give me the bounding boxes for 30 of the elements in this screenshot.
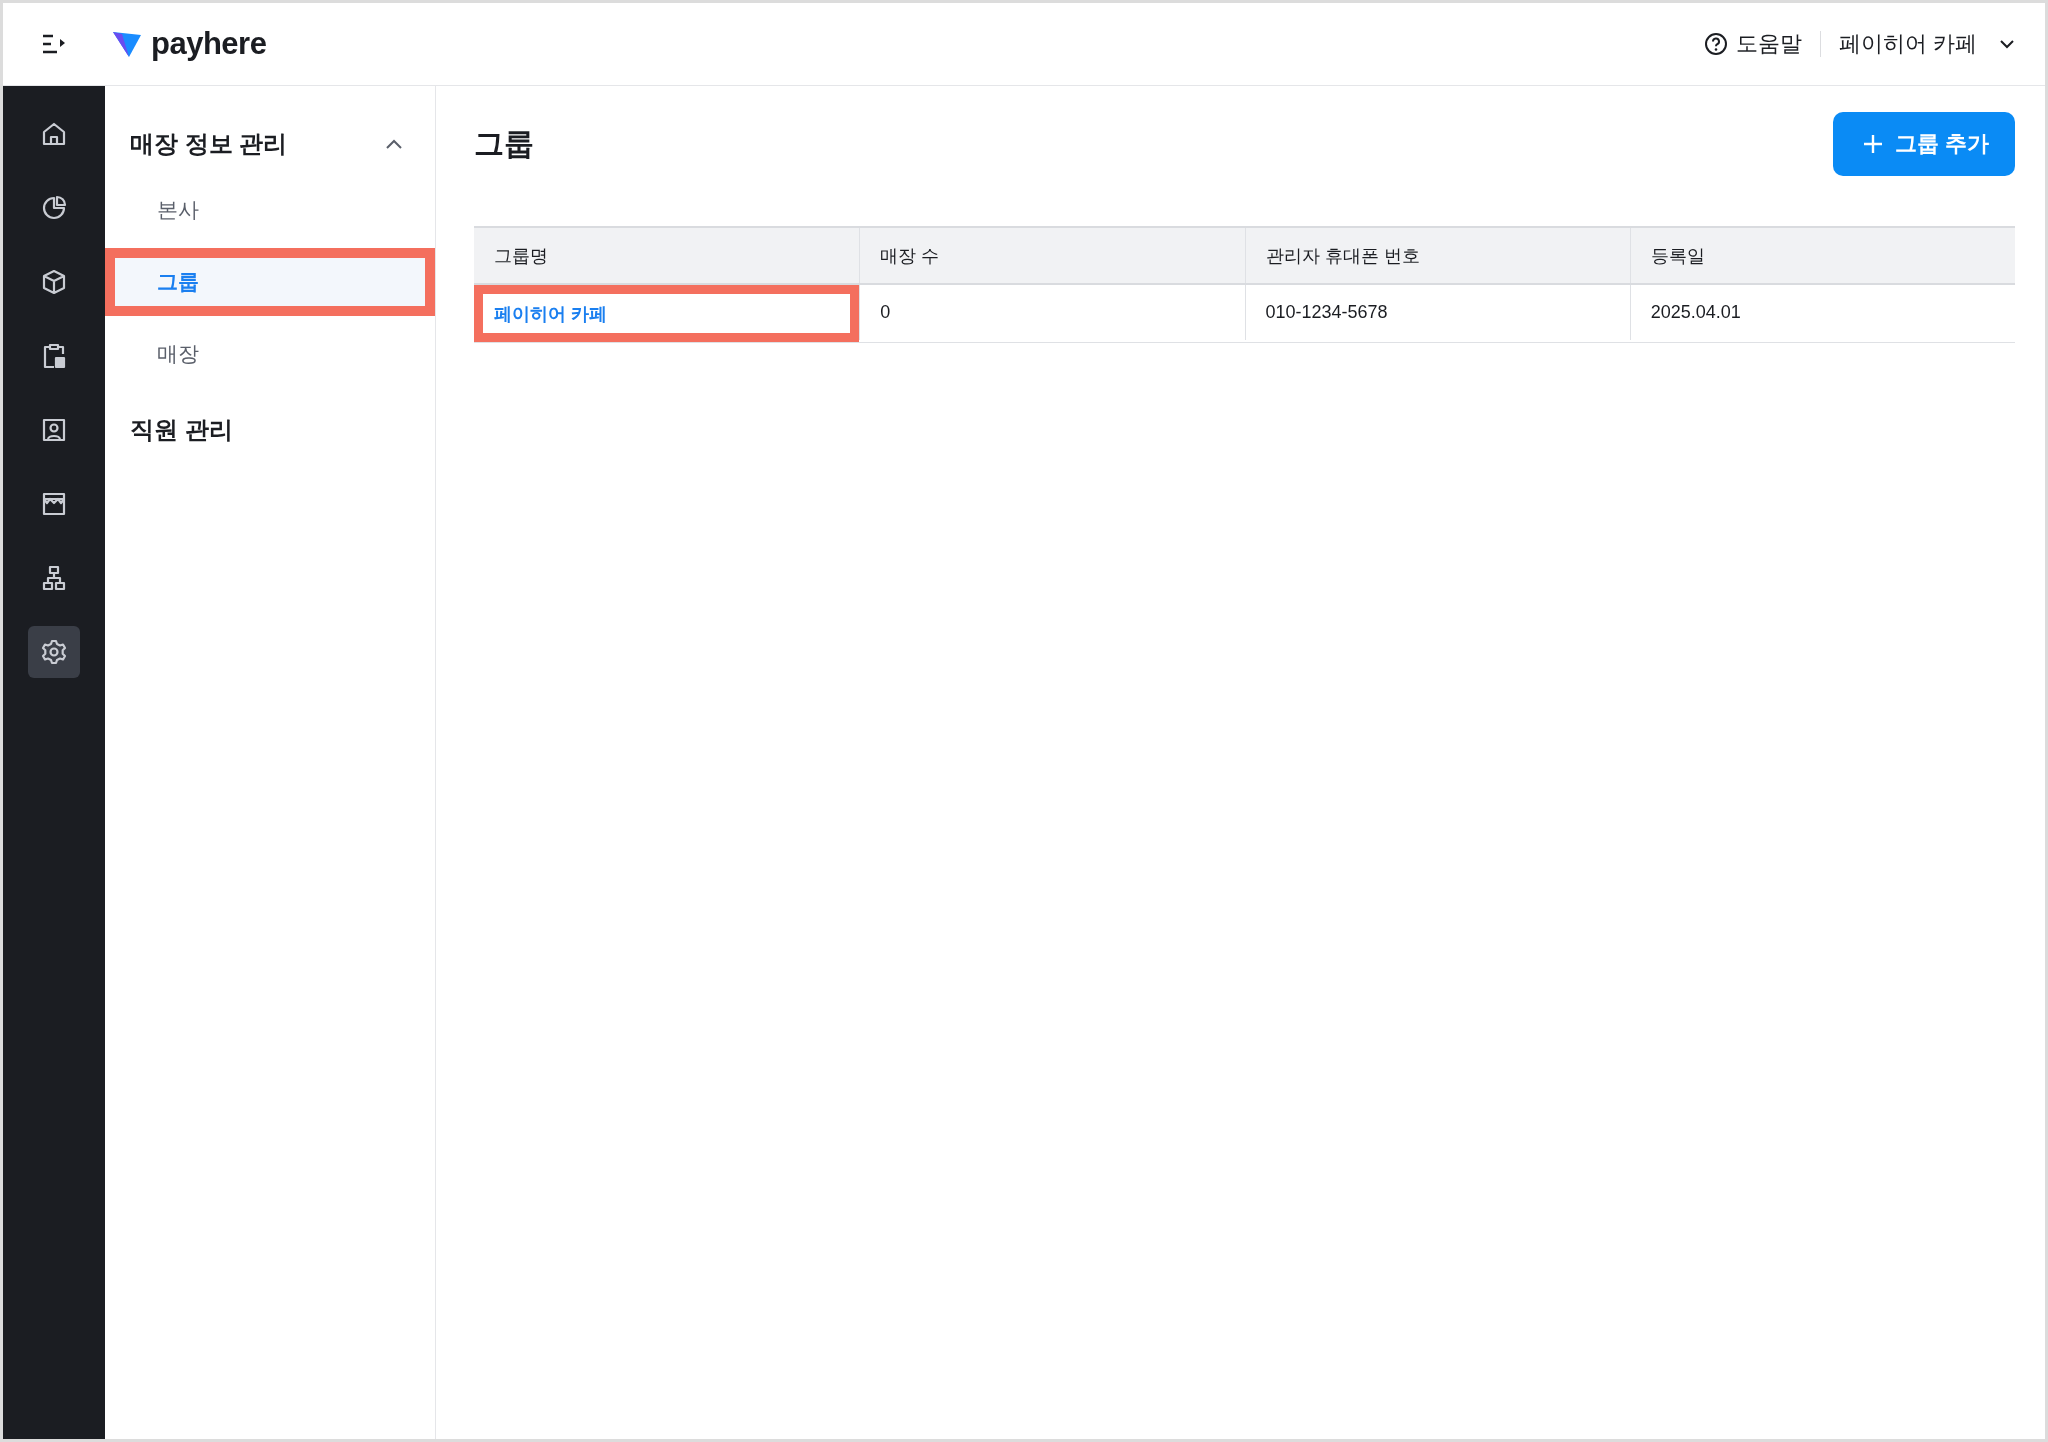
column-header: 관리자 휴대폰 번호: [1244, 228, 1630, 283]
logo-text: payhere: [151, 26, 267, 62]
menu-item[interactable]: 매장: [105, 320, 435, 388]
menu-item[interactable]: 그룹: [105, 248, 435, 316]
menu-section[interactable]: 매장 정보 관리: [105, 114, 435, 174]
store-icon: [40, 490, 68, 518]
table-cell: 2025.04.01: [1629, 285, 2015, 340]
table-cell: 010-1234-5678: [1244, 285, 1630, 340]
menu-item[interactable]: 본사: [105, 176, 435, 244]
home-icon: [40, 120, 68, 148]
help-link[interactable]: 도움말: [1703, 29, 1802, 59]
table-cell: 0: [859, 285, 1245, 340]
org-chart-icon: [40, 564, 68, 592]
logo-icon: [111, 29, 143, 59]
add-group-button[interactable]: 그룹 추가: [1832, 112, 2015, 176]
cube-icon: [40, 268, 68, 296]
rail-button[interactable]: [28, 626, 80, 678]
menu-section[interactable]: 직원 관리: [105, 400, 435, 460]
column-header: 매장 수: [859, 228, 1245, 283]
pie-chart-icon: [40, 194, 68, 222]
column-header: 등록일: [1629, 228, 2015, 283]
store-selector[interactable]: 페이히어 카페: [1838, 29, 2015, 59]
chevron-down-icon: [1999, 39, 2015, 49]
settings-icon: [40, 638, 68, 666]
column-header: 그룹명: [493, 244, 549, 268]
contact-card-icon: [40, 416, 68, 444]
page-title: 그룹: [474, 125, 534, 162]
help-icon: [1703, 32, 1728, 56]
group-name-link[interactable]: 페이히어 카페: [494, 301, 607, 326]
plus-icon: [1862, 134, 1883, 154]
